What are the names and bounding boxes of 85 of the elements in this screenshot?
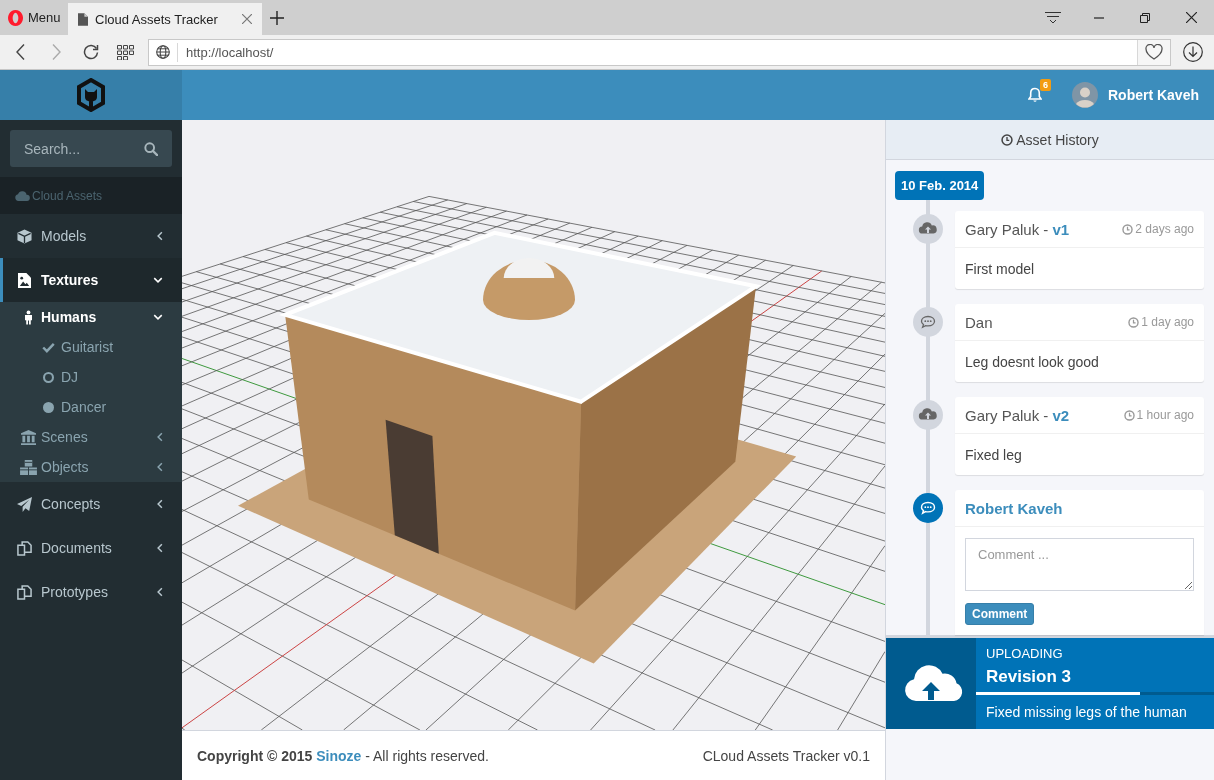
comment-button[interactable]: Comment — [965, 603, 1035, 625]
sidebar-item[interactable]: Documents — [0, 526, 182, 570]
comment-field[interactable]: Comment ... — [965, 538, 1194, 591]
chevron-left-icon[interactable] — [157, 587, 163, 597]
copyright-text: Copyright © 2015 Sinoze - All rights reserved. — [197, 747, 489, 764]
back-icon[interactable] — [15, 44, 25, 60]
submenu-item[interactable]: Humans — [0, 302, 182, 332]
clock-icon — [1001, 133, 1014, 146]
cloud-upload-icon — [913, 214, 943, 244]
clock-icon — [1128, 316, 1140, 328]
ring-icon — [42, 371, 54, 383]
user-name[interactable]: Robert Kaveh — [1107, 87, 1199, 103]
clock-icon — [1122, 223, 1134, 235]
chevron-left-icon[interactable] — [157, 231, 163, 241]
search-icon[interactable] — [144, 142, 158, 156]
address-field[interactable]: http://localhost/ — [148, 38, 1171, 66]
sidebar-item[interactable]: Models — [0, 214, 182, 258]
upload-status: UPLOADING — [985, 646, 1064, 662]
new-tab-icon[interactable] — [270, 10, 284, 25]
person-icon — [25, 309, 32, 325]
files-icon — [17, 540, 32, 556]
minimize-icon[interactable] — [1094, 16, 1104, 19]
globe-icon — [156, 45, 170, 59]
entry-time: 1 day ago — [1141, 315, 1194, 329]
chevron-down-icon[interactable] — [153, 314, 163, 320]
download-icon[interactable] — [1182, 42, 1203, 62]
cloud-icon — [15, 190, 30, 201]
submenu-item[interactable]: Guitarist — [0, 332, 182, 362]
page-icon — [78, 12, 88, 26]
files-icon — [17, 584, 32, 600]
upload-description: Fixed missing legs of the human — [985, 703, 1188, 721]
search-field[interactable]: Search... — [10, 130, 172, 167]
cloud-upload-icon — [913, 400, 943, 430]
sinoze-link[interactable]: Sinoze — [316, 747, 362, 764]
opera-logo-icon — [8, 9, 23, 26]
submenu-item[interactable]: Objects — [0, 452, 182, 482]
entry-title: Gary Paluk - v1 — [965, 220, 1070, 238]
picture-file-icon — [18, 272, 31, 288]
entry-time: 1 hour ago — [1136, 408, 1194, 422]
entry-time: 2 days ago — [1135, 222, 1194, 236]
section-label: Cloud Assets — [32, 188, 103, 203]
dot-icon — [42, 401, 54, 413]
cubes-icon — [20, 459, 37, 475]
restore-icon[interactable] — [1140, 12, 1150, 23]
chevron-left-icon[interactable] — [157, 543, 163, 553]
entry-text: Fixed leg — [964, 445, 1023, 465]
reload-icon[interactable] — [83, 44, 99, 60]
submenu-item[interactable]: Dancer — [0, 392, 182, 422]
entry-text: First model — [964, 259, 1036, 279]
chevron-left-icon[interactable] — [157, 462, 163, 472]
hexagon-logo-icon[interactable] — [76, 78, 106, 112]
panel-title: Asset History — [1016, 131, 1099, 148]
sidebar-item[interactable]: Concepts — [0, 482, 182, 526]
sidebar-item[interactable]: Prototypes — [0, 570, 182, 614]
clock-icon — [1123, 409, 1135, 421]
house-model-drawing[interactable] — [238, 230, 797, 664]
chevron-left-icon[interactable] — [157, 432, 163, 442]
entry-text: Leg doesnt look good — [964, 352, 1100, 372]
entry-title: Dan — [965, 313, 993, 331]
version-text: CLoud Assets Tracker v0.1 — [702, 747, 870, 764]
tab-menu-icon[interactable] — [1045, 11, 1061, 24]
notification-badge: 6 — [1039, 79, 1051, 91]
heart-icon — [1145, 44, 1163, 60]
tab-close-icon[interactable] — [242, 14, 252, 24]
paper-plane-icon — [17, 496, 32, 512]
columns-building-icon — [21, 429, 36, 445]
chevron-left-icon[interactable] — [157, 499, 163, 509]
menu-button[interactable]: Menu — [0, 0, 68, 35]
entry-title: Robert Kaveh — [965, 499, 1063, 517]
date-label: 10 Feb. 2014 — [895, 171, 985, 200]
cube-icon — [17, 228, 32, 244]
close-icon[interactable] — [1185, 12, 1197, 23]
check-icon — [41, 341, 55, 353]
speech-bubble-icon — [913, 307, 943, 337]
bookmark-button[interactable] — [1137, 39, 1170, 65]
sidebar-item[interactable]: Textures — [0, 258, 182, 302]
chevron-down-icon[interactable] — [153, 277, 163, 283]
submenu-item[interactable]: Scenes — [0, 422, 182, 452]
browser-tab[interactable]: Cloud Assets Tracker — [68, 3, 262, 35]
entry-title: Gary Paluk - v2 — [965, 406, 1070, 424]
grid-icon[interactable] — [116, 44, 134, 60]
submenu-item[interactable]: DJ — [0, 362, 182, 392]
speech-bubble-icon — [913, 493, 943, 523]
bell-icon[interactable] — [1027, 87, 1042, 103]
upload-title: Revision 3 — [985, 666, 1073, 688]
